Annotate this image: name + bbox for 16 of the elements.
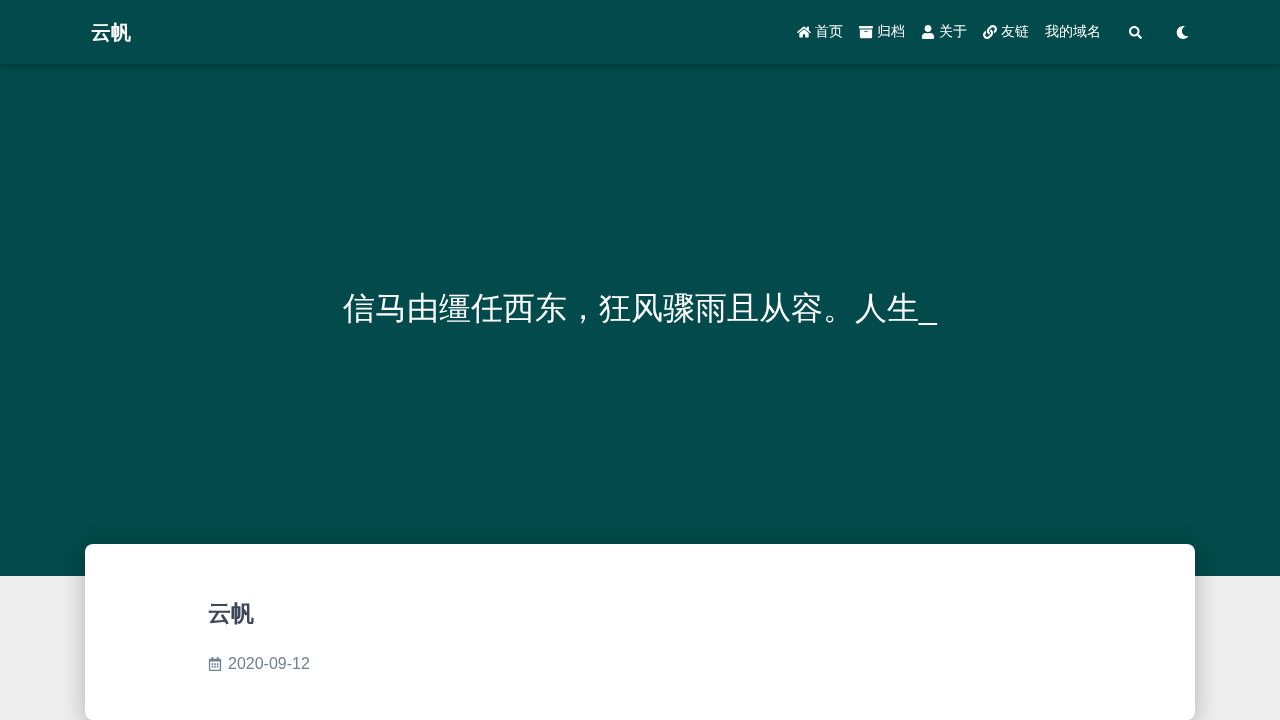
post-title[interactable]: 云帆	[208, 598, 1072, 629]
user-icon	[921, 25, 935, 39]
nav-link[interactable]: 友链	[983, 23, 1029, 41]
hero-slogan: 信马由缰任西东，狂风骤雨且从容。人生_	[343, 289, 937, 328]
site-brand[interactable]: 云帆	[91, 18, 131, 46]
moon-icon	[1176, 25, 1189, 39]
home-icon	[797, 25, 811, 39]
nav-link[interactable]: 归档	[859, 23, 905, 41]
archive-box-icon	[859, 25, 873, 39]
calendar-icon	[208, 657, 222, 671]
nav-link[interactable]: 关于	[921, 23, 967, 41]
link-icon	[983, 25, 997, 39]
search-icon	[1129, 25, 1142, 39]
post-date: 2020-09-12	[228, 655, 310, 673]
nav-link[interactable]: 我的域名	[1045, 23, 1101, 41]
nav-link[interactable]: 首页	[797, 23, 843, 41]
